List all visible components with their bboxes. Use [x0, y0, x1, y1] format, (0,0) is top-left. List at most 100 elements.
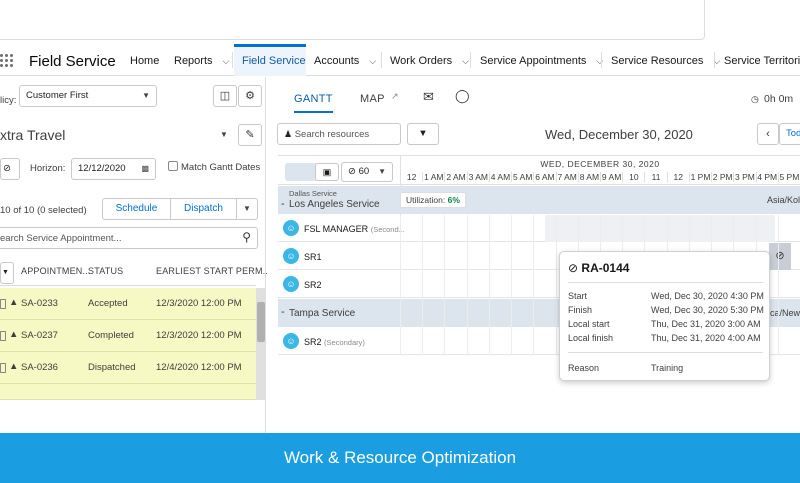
collapse-icon[interactable]: -	[281, 306, 285, 318]
hour-label: 4 PM	[755, 172, 778, 182]
table-row[interactable]: ▲ SA-0237 Completed 12/3/2020 12:00 PM	[0, 320, 256, 352]
territory-timezone: ca/New	[770, 308, 800, 318]
row-checkbox[interactable]	[0, 331, 6, 341]
list-scrollbar[interactable]	[256, 288, 266, 400]
search-resources-input[interactable]: ♟ Search resources	[277, 123, 401, 145]
match-gantt-checkbox[interactable]	[168, 161, 178, 171]
appointment-id[interactable]: SA-0233	[21, 298, 58, 309]
grid-line	[511, 215, 513, 355]
column-earliest-start[interactable]: EARLIEST START PERM...	[156, 266, 271, 276]
resource-name: SR2	[304, 280, 322, 290]
utilization-badge: Utilization: 6%	[400, 192, 466, 208]
calendar-icon[interactable]: ▩	[141, 159, 149, 179]
nav-work-orders[interactable]: Work Orders ⌵	[382, 44, 477, 76]
tooltip-key: Finish	[568, 305, 593, 315]
non-working-shade	[545, 215, 775, 242]
tooltip-value: Thu, Dec 31, 2020 4:00 AM	[651, 333, 761, 343]
gantt-date-title: Wed, December 30, 2020	[545, 127, 693, 142]
warning-icon: ▲	[9, 329, 19, 340]
tooltip-key: Start	[568, 291, 588, 301]
search-appointment-input[interactable]: earch Service Appointment... ⚲	[0, 227, 258, 249]
hour-label: 6 AM	[533, 172, 555, 182]
resource-avatar-icon: ☺	[283, 276, 299, 292]
select-all-dropdown[interactable]: ▼	[0, 262, 14, 284]
appointment-id[interactable]: SA-0237	[21, 330, 58, 341]
tooltip-key: Local finish	[568, 333, 614, 343]
prev-day-button[interactable]: ‹	[757, 123, 779, 145]
horizon-date-input[interactable]: 12/12/2020 ▩	[71, 158, 156, 180]
table-row-partial[interactable]	[0, 384, 256, 400]
footer-caption: Work & Resource Optimization	[0, 433, 800, 483]
warning-icon: ▲	[9, 297, 19, 308]
edit-icon[interactable]: ✎	[238, 124, 262, 146]
row-checkbox[interactable]	[0, 299, 6, 309]
nav-service-territories[interactable]: Service Territories	[716, 44, 800, 76]
funnel-icon: ▼	[418, 128, 428, 139]
clock-icon: ◷	[751, 94, 759, 104]
today-button[interactable]: Tod	[779, 123, 800, 145]
column-appointment[interactable]: APPOINTMEN...	[21, 266, 91, 276]
grid-line	[555, 215, 557, 355]
list-view-select[interactable]: ⊘	[0, 158, 20, 180]
absence-block[interactable]: ⊘	[769, 243, 791, 270]
dispatch-button[interactable]: Dispatch	[170, 198, 237, 220]
caret-down-icon[interactable]: ▼	[220, 130, 228, 139]
chevron-down-icon[interactable]: ⌵	[223, 44, 230, 78]
resource-name: SR2 (Secondary)	[304, 337, 365, 347]
appointment-start: 12/3/2020 12:00 PM	[156, 298, 242, 309]
time-readout: 0h 0m	[764, 93, 794, 105]
block-icon: ⊘	[3, 163, 11, 174]
zoom-select[interactable]: ⊘ 60 ▼	[341, 162, 393, 182]
grid-line	[422, 215, 424, 355]
chevron-down-icon[interactable]: ⌵	[462, 44, 469, 78]
nav-service-appointments[interactable]: Service Appointments ⌵	[472, 44, 611, 76]
resource-name: SR1	[304, 252, 322, 262]
filter-button[interactable]: ▼	[407, 123, 439, 145]
appointment-id[interactable]: SA-0236	[21, 362, 58, 373]
nav-service-resources[interactable]: Service Resources ⌵	[603, 44, 728, 76]
nav-divider	[714, 52, 715, 68]
gear-icon[interactable]: ⚙	[238, 85, 262, 107]
nav-reports[interactable]: Reports ⌵	[166, 44, 237, 76]
app-launcher-icon[interactable]	[0, 54, 14, 68]
hour-label: 12	[400, 172, 422, 182]
resource-avatar-icon: ☺	[283, 333, 299, 349]
hour-label: 3 PM	[733, 172, 755, 182]
table-row[interactable]: ▲ SA-0236 Dispatched 12/4/2020 12:00 PM	[0, 352, 256, 384]
lightbulb-icon[interactable]: ◯	[455, 88, 470, 104]
tooltip-value: Wed, Dec 30, 2020 4:30 PM	[651, 291, 764, 301]
appointment-status: Accepted	[88, 298, 128, 309]
tab-gantt[interactable]: GANTT	[294, 93, 333, 113]
filter-title: xtra Travel	[0, 127, 66, 143]
tab-map[interactable]: MAP	[360, 93, 385, 105]
table-row[interactable]: ▲ SA-0233 Accepted 12/3/2020 12:00 PM	[0, 288, 256, 320]
policy-label: licy:	[0, 95, 17, 106]
gantt-toggle[interactable]: ▣	[285, 163, 339, 181]
hour-label: 7 AM	[555, 172, 577, 182]
warning-icon: ▲	[9, 361, 19, 372]
hour-label: 5 AM	[511, 172, 533, 182]
nav-accounts[interactable]: Accounts ⌵	[306, 44, 384, 76]
nav-field-service[interactable]: Field Service	[234, 44, 306, 76]
envelope-icon[interactable]: ✉	[423, 89, 434, 105]
tooltip-key: Reason	[568, 363, 600, 373]
grid-line	[488, 215, 490, 355]
external-link-icon[interactable]: ↗	[391, 91, 399, 102]
column-status[interactable]: STATUS	[88, 266, 123, 276]
day-header: WED, DECEMBER 30, 2020	[540, 159, 660, 169]
hour-label: 11	[644, 172, 666, 182]
chevron-down-icon[interactable]: ⌵	[369, 44, 376, 78]
nav-home[interactable]: Home	[122, 44, 167, 76]
divider	[568, 282, 763, 283]
grid-line	[466, 215, 468, 355]
policy-select[interactable]: Customer First ▼	[19, 85, 157, 107]
hide-map-icon[interactable]: ◫	[213, 85, 237, 107]
hour-label: 9 AM	[600, 172, 622, 182]
divider	[568, 352, 763, 353]
block-icon: ⊘	[348, 166, 356, 177]
caret-down-icon: ▼	[378, 167, 386, 176]
more-actions-button[interactable]: ▼	[236, 198, 258, 220]
schedule-button[interactable]: Schedule	[102, 198, 171, 220]
row-checkbox[interactable]	[0, 363, 6, 373]
collapse-icon[interactable]: -	[281, 198, 285, 210]
